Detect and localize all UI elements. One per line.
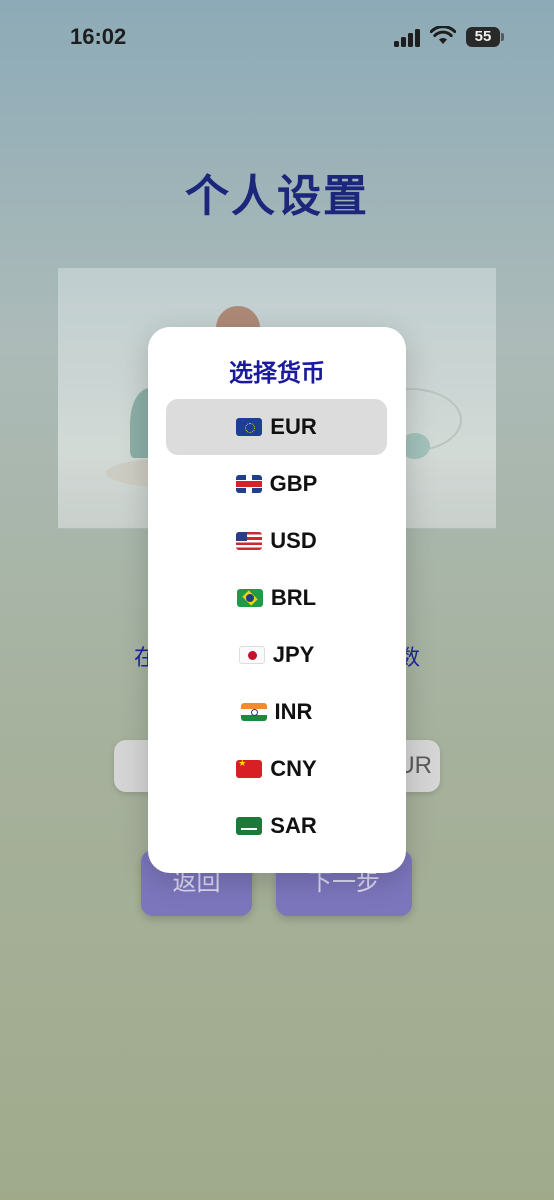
gb-flag-icon	[235, 475, 262, 493]
in-flag-icon	[240, 703, 267, 721]
jp-flag-icon	[238, 646, 265, 664]
eu-flag-icon	[236, 418, 263, 436]
us-flag-icon	[236, 532, 263, 550]
currency-option-inr[interactable]: INR	[166, 684, 387, 740]
currency-picker: 选择货币 EUR GBP USD BRL JPY INR ★ CNY SAR	[148, 327, 406, 873]
currency-code: BRL	[270, 585, 317, 610]
br-flag-icon	[236, 589, 263, 607]
currency-code: EUR	[270, 414, 317, 439]
picker-title: 选择货币	[229, 360, 325, 387]
currency-code: CNY	[270, 756, 317, 781]
sa-flag-icon	[236, 817, 263, 835]
currency-option-sar[interactable]: SAR	[166, 798, 387, 854]
currency-code: JPY	[272, 642, 315, 667]
currency-code: SAR	[270, 813, 317, 838]
currency-code: INR	[274, 699, 313, 724]
currency-option-gbp[interactable]: GBP	[166, 456, 387, 512]
currency-option-jpy[interactable]: JPY	[166, 627, 387, 683]
cn-flag-icon	[236, 760, 263, 778]
currency-option-brl[interactable]: BRL	[166, 570, 387, 626]
currency-code: USD	[270, 528, 317, 553]
currency-code: GBP	[269, 471, 318, 496]
currency-option-usd[interactable]: USD	[166, 513, 387, 569]
currency-option-eur[interactable]: EUR	[166, 399, 387, 455]
currency-option-cny[interactable]: CNY	[166, 741, 387, 797]
